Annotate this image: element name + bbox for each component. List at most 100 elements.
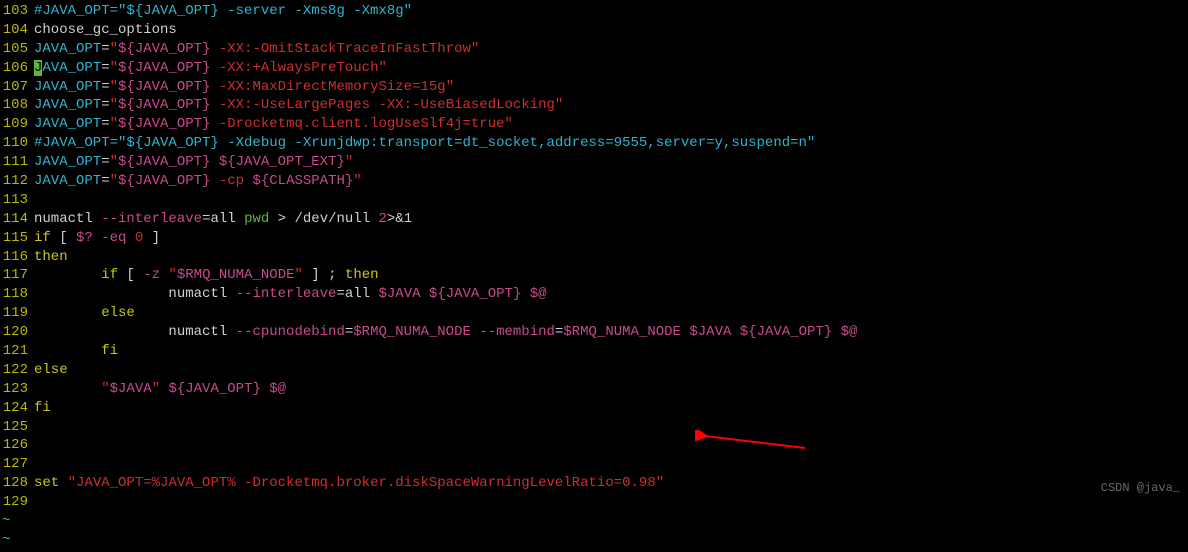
token: >& — [387, 211, 404, 227]
token: 1 — [404, 211, 412, 227]
code-content[interactable]: #JAVA_OPT="${JAVA_OPT} -Xdebug -Xrunjdwp… — [34, 134, 1188, 153]
code-content[interactable]: set "JAVA_OPT=%JAVA_OPT% -Drocketmq.brok… — [34, 474, 1188, 493]
line-number: 126 — [0, 436, 34, 455]
code-line[interactable]: 105JAVA_OPT="${JAVA_OPT} -XX:-OmitStackT… — [0, 40, 1188, 59]
code-content[interactable]: JAVA_OPT="${JAVA_OPT} -cp ${CLASSPATH}" — [34, 172, 1188, 191]
code-content[interactable]: JAVA_OPT="${JAVA_OPT} -XX:+AlwaysPreTouc… — [34, 59, 1188, 78]
token: ${JAVA_OPT} — [740, 324, 832, 340]
line-number: 127 — [0, 455, 34, 474]
code-line[interactable]: 118 numactl --interleave=all $JAVA ${JAV… — [0, 285, 1188, 304]
code-content[interactable]: JAVA_OPT="${JAVA_OPT} -XX:MaxDirectMemor… — [34, 78, 1188, 97]
line-number: 114 — [0, 210, 34, 229]
token — [34, 267, 101, 283]
code-content[interactable] — [34, 191, 1188, 210]
code-line[interactable]: 129 — [0, 493, 1188, 512]
token: #JAVA_OPT="${JAVA_OPT} -server -Xms8g -X… — [34, 3, 412, 19]
token: ${JAVA_OPT} — [118, 60, 210, 76]
token: =all — [336, 286, 378, 302]
code-content[interactable] — [34, 493, 1188, 512]
code-line[interactable]: 104choose_gc_options — [0, 21, 1188, 40]
token: ${JAVA_OPT} — [118, 97, 210, 113]
code-content[interactable]: JAVA_OPT="${JAVA_OPT} -XX:-UseLargePages… — [34, 96, 1188, 115]
line-number: 116 — [0, 248, 34, 267]
code-content[interactable]: else — [34, 361, 1188, 380]
code-content[interactable]: fi — [34, 342, 1188, 361]
code-line[interactable]: 121 fi — [0, 342, 1188, 361]
code-content[interactable]: JAVA_OPT="${JAVA_OPT} -Drocketmq.client.… — [34, 115, 1188, 134]
code-content[interactable]: choose_gc_options — [34, 21, 1188, 40]
code-line[interactable]: 113 — [0, 191, 1188, 210]
line-number: 110 — [0, 134, 34, 153]
token: then — [34, 249, 68, 265]
code-line[interactable]: 117 if [ -z "$RMQ_NUMA_NODE" ] ; then — [0, 266, 1188, 285]
token: -cp — [210, 173, 252, 189]
code-line[interactable]: 119 else — [0, 304, 1188, 323]
code-content[interactable]: JAVA_OPT="${JAVA_OPT} ${JAVA_OPT_EXT}" — [34, 153, 1188, 172]
code-content[interactable]: fi — [34, 399, 1188, 418]
token: #JAVA_OPT="${JAVA_OPT} -Xdebug -Xrunjdwp… — [34, 135, 815, 151]
token: JAVA_OPT — [34, 41, 101, 57]
code-content[interactable]: numactl --interleave=all $JAVA ${JAVA_OP… — [34, 285, 1188, 304]
code-content[interactable]: numactl --interleave=all pwd > /dev/null… — [34, 210, 1188, 229]
code-line[interactable]: 123 "$JAVA" ${JAVA_OPT} $@ — [0, 380, 1188, 399]
line-number: 129 — [0, 493, 34, 512]
code-line[interactable]: 115if [ $? -eq 0 ] — [0, 229, 1188, 248]
code-line[interactable]: 109JAVA_OPT="${JAVA_OPT} -Drocketmq.clie… — [0, 115, 1188, 134]
code-editor[interactable]: 103#JAVA_OPT="${JAVA_OPT} -server -Xms8g… — [0, 0, 1188, 552]
code-content[interactable] — [34, 418, 1188, 437]
code-content[interactable] — [34, 436, 1188, 455]
token: fi — [101, 343, 118, 359]
token: " — [110, 79, 118, 95]
token — [521, 286, 529, 302]
code-line[interactable]: 127 — [0, 455, 1188, 474]
line-number: 111 — [0, 153, 34, 172]
token: if — [34, 230, 51, 246]
token: " — [110, 116, 118, 132]
code-content[interactable]: if [ -z "$RMQ_NUMA_NODE" ] ; then — [34, 266, 1188, 285]
line-number: 120 — [0, 323, 34, 342]
token: = — [101, 41, 109, 57]
token: JAVA_OPT — [34, 97, 101, 113]
code-line[interactable]: 103#JAVA_OPT="${JAVA_OPT} -server -Xms8g… — [0, 2, 1188, 21]
token: = — [101, 173, 109, 189]
token — [68, 230, 76, 246]
code-line[interactable]: 120 numactl --cpunodebind=$RMQ_NUMA_NODE… — [0, 323, 1188, 342]
token: " — [446, 79, 454, 95]
line-number: 115 — [0, 229, 34, 248]
line-number: 109 — [0, 115, 34, 134]
code-line[interactable]: 128set "JAVA_OPT=%JAVA_OPT% -Drocketmq.b… — [0, 474, 1188, 493]
empty-line-tilde: ~ — [0, 512, 1188, 531]
code-line[interactable]: 107JAVA_OPT="${JAVA_OPT} -XX:MaxDirectMe… — [0, 78, 1188, 97]
code-content[interactable]: "$JAVA" ${JAVA_OPT} $@ — [34, 380, 1188, 399]
code-content[interactable]: else — [34, 304, 1188, 323]
token: /dev/null — [295, 211, 379, 227]
code-line[interactable]: 110#JAVA_OPT="${JAVA_OPT} -Xdebug -Xrunj… — [0, 134, 1188, 153]
token: = — [101, 60, 109, 76]
token: " — [110, 60, 118, 76]
token: " — [378, 60, 386, 76]
token: = — [101, 97, 109, 113]
token — [731, 324, 739, 340]
code-content[interactable]: then — [34, 248, 1188, 267]
code-line[interactable]: 122else — [0, 361, 1188, 380]
token: ${JAVA_OPT} — [168, 381, 260, 397]
code-line[interactable]: 125 — [0, 418, 1188, 437]
token: " — [505, 116, 513, 132]
token: numactl — [34, 286, 236, 302]
code-line[interactable]: 124fi — [0, 399, 1188, 418]
code-line[interactable]: 112JAVA_OPT="${JAVA_OPT} -cp ${CLASSPATH… — [0, 172, 1188, 191]
token: ${CLASSPATH} — [252, 173, 353, 189]
token: --cpunodebind — [236, 324, 345, 340]
code-line[interactable]: 116then — [0, 248, 1188, 267]
code-content[interactable]: JAVA_OPT="${JAVA_OPT} -XX:-OmitStackTrac… — [34, 40, 1188, 59]
code-line[interactable]: 111JAVA_OPT="${JAVA_OPT} ${JAVA_OPT_EXT}… — [0, 153, 1188, 172]
code-content[interactable]: #JAVA_OPT="${JAVA_OPT} -server -Xms8g -X… — [34, 2, 1188, 21]
code-line[interactable]: 108JAVA_OPT="${JAVA_OPT} -XX:-UseLargePa… — [0, 96, 1188, 115]
code-line[interactable]: 114numactl --interleave=all pwd > /dev/n… — [0, 210, 1188, 229]
code-line[interactable]: 126 — [0, 436, 1188, 455]
code-content[interactable]: if [ $? -eq 0 ] — [34, 229, 1188, 248]
code-content[interactable] — [34, 455, 1188, 474]
code-content[interactable]: numactl --cpunodebind=$RMQ_NUMA_NODE --m… — [34, 323, 1188, 342]
code-line[interactable]: 106JAVA_OPT="${JAVA_OPT} -XX:+AlwaysPreT… — [0, 59, 1188, 78]
token — [34, 381, 101, 397]
